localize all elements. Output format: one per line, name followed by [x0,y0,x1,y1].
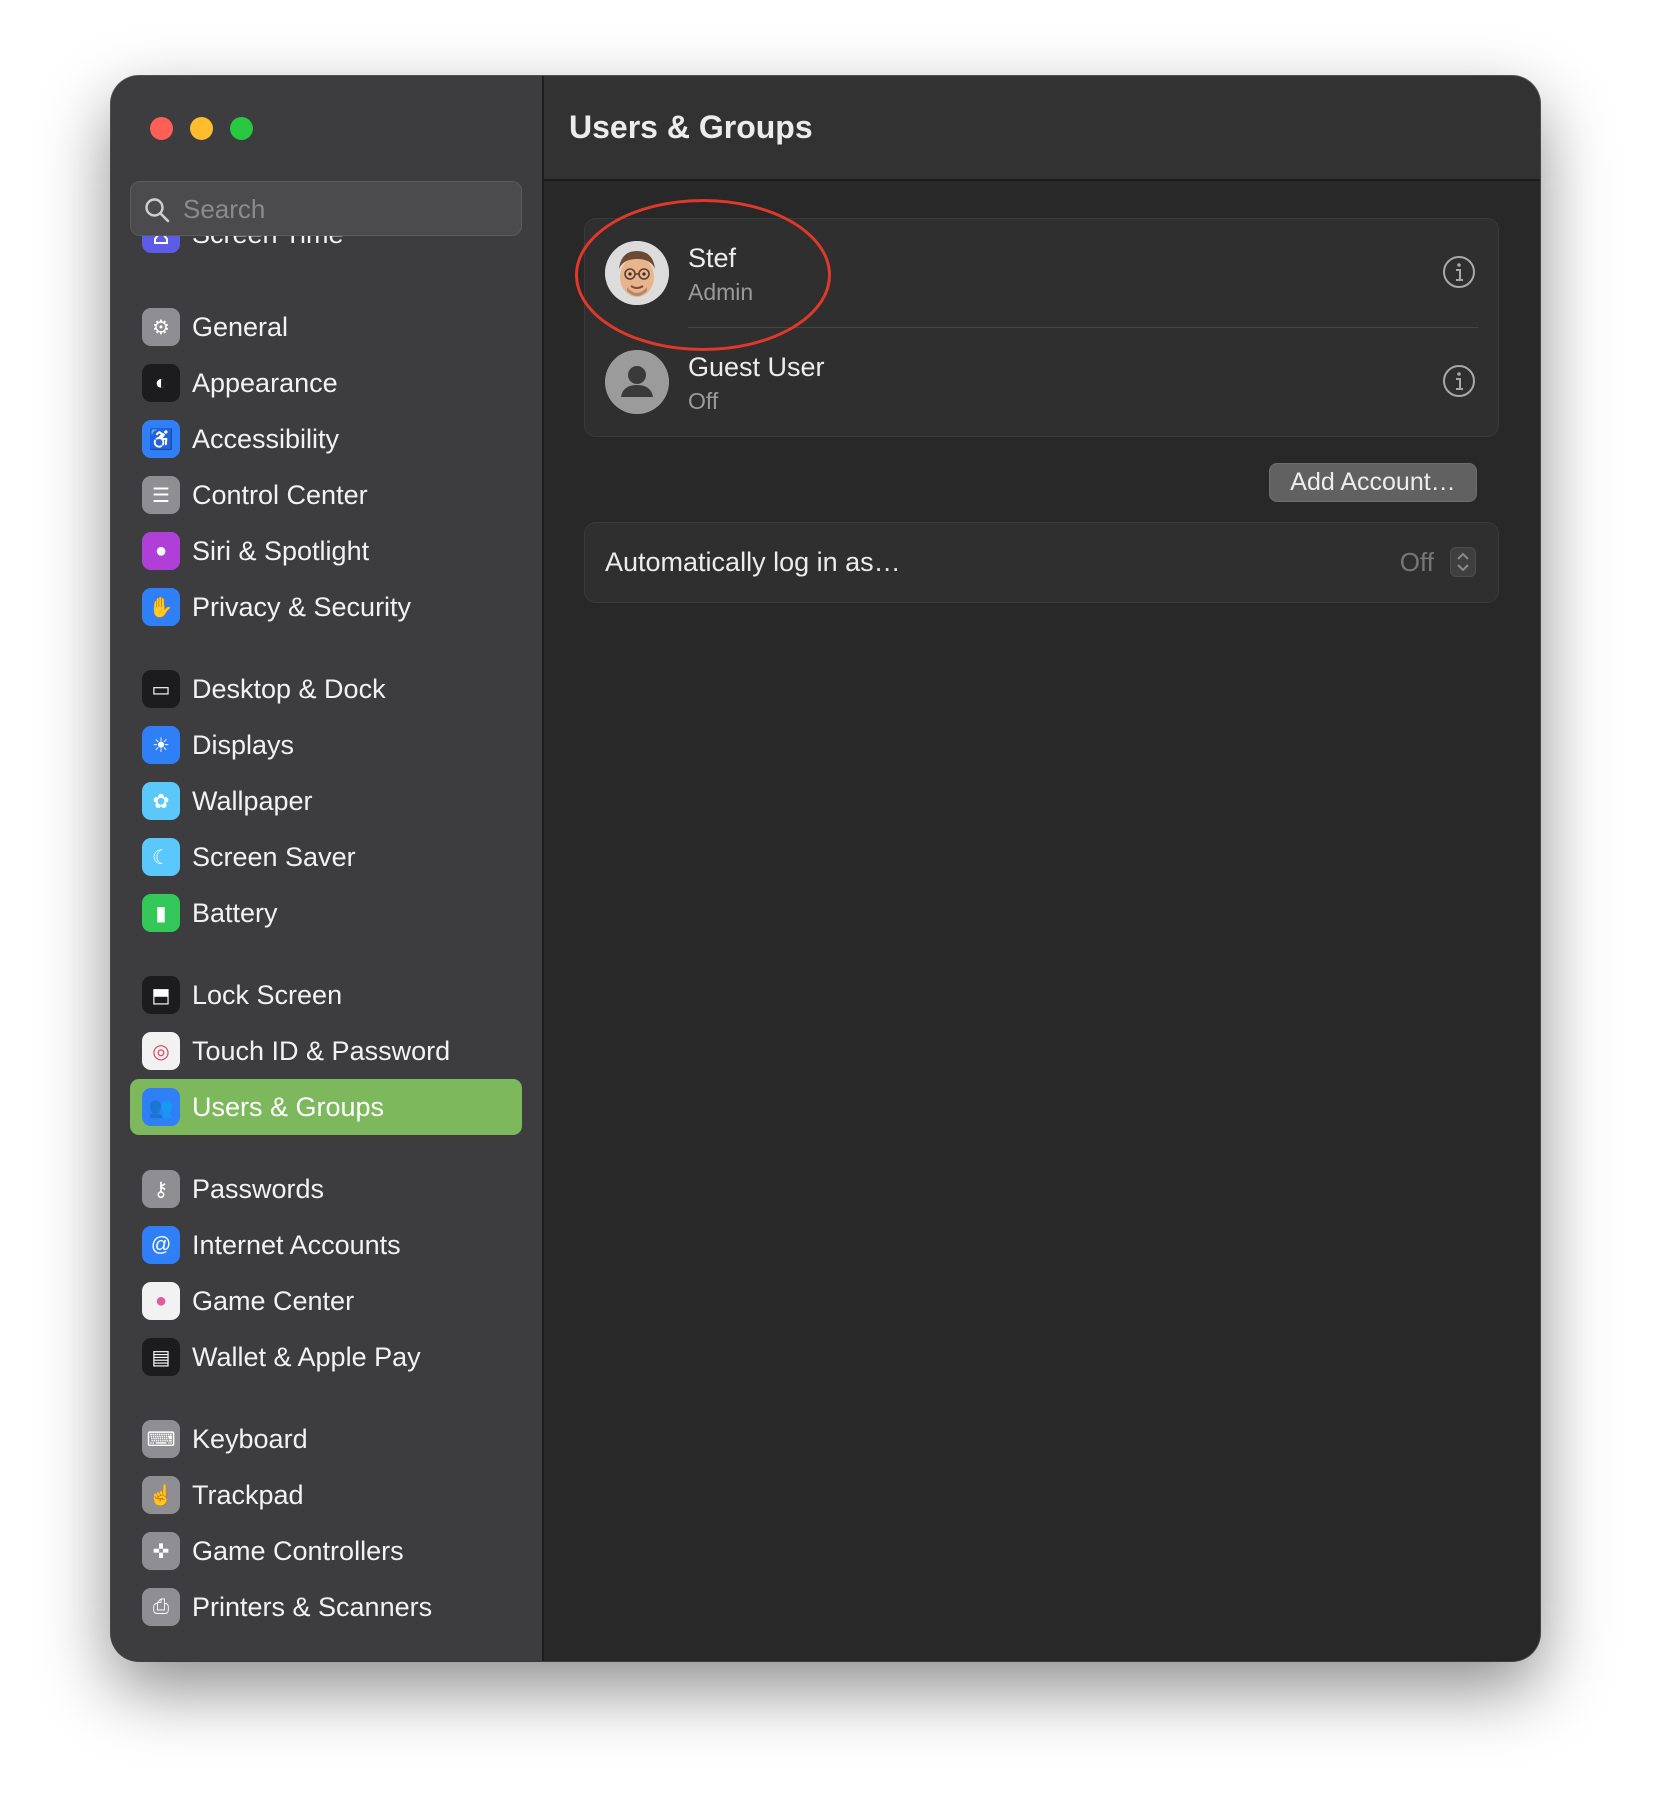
user-name: Guest User [688,352,825,382]
info-icon[interactable] [1442,255,1476,289]
control-center-icon: ☰ [142,476,180,514]
sun-icon: ☀ [142,726,180,764]
key-icon: ⚷ [142,1170,180,1208]
sidebar-item-trackpad[interactable]: ☝ Trackpad [130,1467,522,1523]
battery-icon: ▮ [142,894,180,932]
sidebar-item-label: Trackpad [192,1480,304,1510]
sidebar-item-wallpaper[interactable]: ✿ Wallpaper [130,773,522,829]
game-center-icon: ● [142,1282,180,1320]
sidebar-item-label: Screen Saver [192,842,356,872]
sidebar-item-label: General [192,312,289,342]
info-icon[interactable] [1442,364,1476,398]
flower-icon: ✿ [142,782,180,820]
add-account-button[interactable]: Add Account… [1269,463,1477,502]
search-icon [145,198,170,223]
sidebar-item-internet-accounts[interactable]: @ Internet Accounts [130,1217,522,1273]
sidebar-item-displays[interactable]: ☀ Displays [130,717,522,773]
settings-window: Screen Time ⚙General◐Appearance♿Accessib… [111,76,1540,1661]
sidebar-item-label: Desktop & Dock [192,674,386,704]
sidebar-item-label: Internet Accounts [192,1230,401,1260]
at-icon: @ [142,1226,180,1264]
search-input[interactable] [181,182,515,237]
person-silhouette-avatar [605,350,669,414]
user-name: Stef [688,243,737,273]
sidebar-item-label: Touch ID & Password [192,1036,451,1066]
lock-screen-icon: ⬒ [142,976,180,1014]
memoji-avatar [605,241,669,305]
traffic-lights [150,117,253,140]
user-role: Admin [688,279,754,305]
sidebar-item-game-center[interactable]: ● Game Center [130,1273,522,1329]
auto-login-value[interactable]: Off [1400,523,1434,602]
trackpad-icon: ☝ [142,1476,180,1514]
sidebar-item-label: Battery [192,898,278,928]
sidebar-item-label: Wallet & Apple Pay [192,1342,421,1372]
sidebar-item-keyboard[interactable]: ⌨ Keyboard [130,1411,522,1467]
sidebar-item-control-center[interactable]: ☰ Control Center [130,467,522,523]
sidebar-item-label: Game Center [192,1286,355,1316]
sidebar-item-screen-saver[interactable]: ☾ Screen Saver [130,829,522,885]
printer-icon: ⎙ [142,1588,180,1626]
sidebar-item-lock-screen[interactable]: ⬒ Lock Screen [130,967,522,1023]
sidebar-item-label: Displays [192,730,295,760]
dock-icon: ▭ [142,670,180,708]
sidebar-item-passwords[interactable]: ⚷ Passwords [130,1161,522,1217]
sidebar-item-label: Wallpaper [192,786,313,816]
main-header: Users & Groups [544,76,1540,181]
sidebar-item-wallet-apple-pay[interactable]: ▤ Wallet & Apple Pay [130,1329,522,1385]
sidebar-item-appearance[interactable]: ◐ Appearance [130,355,522,411]
accessibility-icon: ♿ [142,420,180,458]
main-pane: Users & Groups Stef Admin Guest User Off… [544,76,1540,1661]
appearance-icon: ◐ [142,364,180,402]
sidebar-item-label: Control Center [192,480,368,510]
page-title: Users & Groups [569,109,813,145]
sidebar-item-privacy-security[interactable]: ✋ Privacy & Security [130,579,522,635]
siri-icon: ● [142,532,180,570]
auto-login-row: Automatically log in as… Off [584,522,1499,603]
user-role: Off [688,388,719,414]
user-row-guest[interactable]: Guest User Off [585,328,1498,436]
sidebar-item-siri-spotlight[interactable]: ● Siri & Spotlight [130,523,522,579]
sidebar-item-label: Lock Screen [192,980,343,1010]
sidebar-item-label: Game Controllers [192,1536,404,1566]
sidebar-item-users-groups[interactable]: 👥 Users & Groups [130,1079,522,1135]
sidebar-item-accessibility[interactable]: ♿ Accessibility [130,411,522,467]
user-row-stef[interactable]: Stef Admin [585,219,1498,328]
sidebar-item-touch-id-password[interactable]: ◎ Touch ID & Password [130,1023,522,1079]
wallet-icon: ▤ [142,1338,180,1376]
sidebar-item-label: Keyboard [192,1424,308,1454]
sidebar-item-printers-scanners[interactable]: ⎙ Printers & Scanners [130,1579,522,1635]
minimize-window-button[interactable] [190,117,213,140]
sidebar-item-label: Users & Groups [192,1092,385,1122]
up-down-chevron-icon [1457,552,1469,572]
zoom-window-button[interactable] [230,117,253,140]
sidebar-item-label: Printers & Scanners [192,1592,433,1622]
auto-login-popup[interactable] [1450,547,1476,577]
search-field[interactable] [130,181,522,237]
sidebar-item-label: Accessibility [192,424,340,454]
auto-login-label: Automatically log in as… [605,547,901,577]
sidebar-item-general[interactable]: ⚙ General [130,299,522,355]
sidebar: Screen Time ⚙General◐Appearance♿Accessib… [111,76,544,1661]
gear-icon: ⚙ [142,308,180,346]
users-list-card: Stef Admin Guest User Off [584,218,1499,437]
sidebar-item-battery[interactable]: ▮ Battery [130,885,522,941]
moon-icon: ☾ [142,838,180,876]
keyboard-icon: ⌨ [142,1420,180,1458]
sidebar-item-desktop-dock[interactable]: ▭ Desktop & Dock [130,661,522,717]
sidebar-item-label: Passwords [192,1174,325,1204]
close-window-button[interactable] [150,117,173,140]
sidebar-item-label: Appearance [192,368,338,398]
sidebar-item-label: Siri & Spotlight [192,536,370,566]
fingerprint-icon: ◎ [142,1032,180,1070]
gamepad-icon: ✜ [142,1532,180,1570]
sidebar-item-game-controllers[interactable]: ✜ Game Controllers [130,1523,522,1579]
sidebar-item-label: Privacy & Security [192,592,412,622]
users-icon: 👥 [142,1088,180,1126]
hand-icon: ✋ [142,588,180,626]
